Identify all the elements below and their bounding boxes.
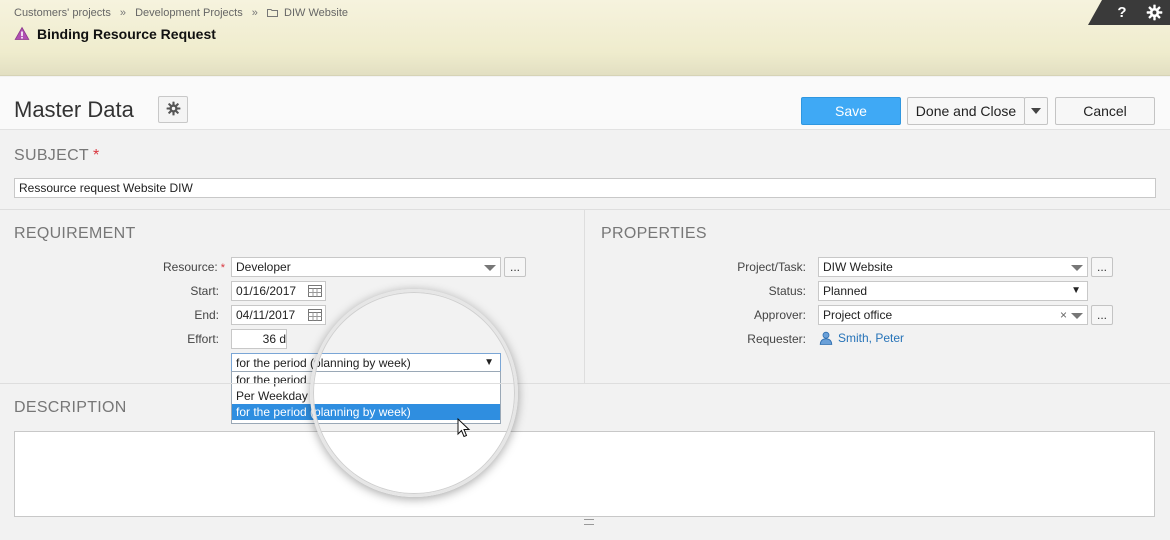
requester-label: Requester:: [747, 332, 806, 346]
project-task-lookup-button[interactable]: ...: [1091, 257, 1113, 277]
settings-button[interactable]: [158, 96, 188, 123]
help-icon[interactable]: ?: [1106, 0, 1138, 25]
properties-section-title: PROPERTIES: [601, 225, 707, 242]
required-marker: *: [93, 147, 100, 164]
requester-name: Smith, Peter: [838, 331, 905, 345]
approver-lookup-button[interactable]: ...: [1091, 305, 1113, 325]
warning-icon: [14, 26, 30, 42]
done-and-close-button[interactable]: Done and Close: [907, 97, 1025, 125]
status-value: Planned: [823, 284, 868, 298]
done-and-close-menu-button[interactable]: [1024, 97, 1048, 125]
subject-section-title: SUBJECT *: [14, 147, 100, 165]
chevron-down-icon[interactable]: [484, 265, 496, 271]
start-date-input[interactable]: 01/16/2017: [231, 281, 326, 301]
approver-combobox[interactable]: Project office ×: [818, 305, 1088, 325]
distribution-option-period[interactable]: for the period: [232, 372, 500, 388]
description-textarea[interactable]: [14, 431, 1155, 517]
section-divider: [0, 383, 1170, 384]
cancel-button[interactable]: Cancel: [1055, 97, 1155, 125]
resource-label-text: Resource:: [163, 260, 218, 274]
project-task-combobox[interactable]: DIW Website: [818, 257, 1088, 277]
top-actions: ?: [1088, 0, 1170, 25]
distribution-value: for the period (planning by week): [236, 356, 411, 370]
resource-value: Developer: [236, 260, 291, 274]
section-divider: [0, 209, 1170, 210]
project-task-label: Project/Task:: [737, 260, 806, 274]
status-select[interactable]: Planned ▼: [818, 281, 1088, 301]
resource-label: Resource: *: [163, 260, 225, 274]
chevron-down-icon: [1031, 108, 1041, 114]
user-icon: [819, 331, 833, 345]
resize-handle[interactable]: [584, 519, 594, 525]
end-date-input[interactable]: 04/11/2017: [231, 305, 326, 325]
start-date-value: 01/16/2017: [236, 284, 297, 298]
resource-lookup-button[interactable]: ...: [504, 257, 526, 277]
chevron-down-icon: ▼: [1071, 285, 1081, 296]
gear-icon: [166, 101, 181, 119]
breadcrumb-separator: »: [251, 7, 258, 19]
effort-input[interactable]: 36 d: [231, 329, 287, 349]
distribution-select[interactable]: for the period (planning by week) ▼: [231, 353, 501, 372]
save-button[interactable]: Save: [801, 97, 901, 125]
chevron-down-icon[interactable]: [1071, 313, 1083, 319]
end-label: End:: [194, 308, 219, 322]
breadcrumb-item-customers-projects[interactable]: Customers' projects: [14, 7, 111, 19]
effort-label: Effort:: [187, 332, 219, 346]
description-section-title: DESCRIPTION: [14, 399, 127, 416]
breadcrumb: Customers' projects » Development Projec…: [14, 7, 348, 20]
distribution-option-per-weekday[interactable]: Per Weekday: [232, 388, 500, 404]
resource-combobox[interactable]: Developer: [231, 257, 501, 277]
master-data-header: Master Data Save Done and Close Cancel: [0, 77, 1170, 130]
chevron-down-icon: ▼: [484, 357, 494, 368]
page-title: Binding Resource Request: [14, 26, 216, 42]
column-divider: [584, 209, 585, 383]
approver-label: Approver:: [753, 308, 806, 322]
requester-link[interactable]: Smith, Peter: [819, 331, 904, 345]
project-task-value: DIW Website: [823, 260, 893, 274]
subject-title-text: SUBJECT: [14, 147, 89, 164]
distribution-dropdown-list: for the period Per Weekday for the perio…: [231, 371, 501, 424]
breadcrumb-item-development-projects[interactable]: Development Projects: [135, 7, 243, 19]
page-header: Customers' projects » Development Projec…: [0, 0, 1170, 76]
page-title-text: Binding Resource Request: [37, 26, 216, 42]
subject-input[interactable]: Ressource request Website DIW: [14, 178, 1156, 198]
calendar-icon[interactable]: [308, 285, 322, 300]
chevron-down-icon[interactable]: [1071, 265, 1083, 271]
breadcrumb-separator: »: [119, 7, 127, 19]
status-label: Status:: [768, 284, 806, 298]
start-label: Start:: [190, 284, 219, 298]
required-marker: *: [220, 262, 225, 274]
gear-icon[interactable]: [1138, 0, 1170, 25]
folder-icon: [266, 8, 278, 20]
approver-value: Project office: [823, 308, 893, 322]
requirement-section-title: REQUIREMENT: [14, 225, 136, 242]
end-date-value: 04/11/2017: [236, 308, 296, 322]
close-icon[interactable]: ×: [1060, 308, 1067, 322]
master-data-title: Master Data: [14, 97, 134, 122]
breadcrumb-item-diw-website[interactable]: DIW Website: [284, 7, 348, 19]
calendar-icon[interactable]: [308, 309, 322, 324]
cursor-icon: [457, 417, 471, 441]
